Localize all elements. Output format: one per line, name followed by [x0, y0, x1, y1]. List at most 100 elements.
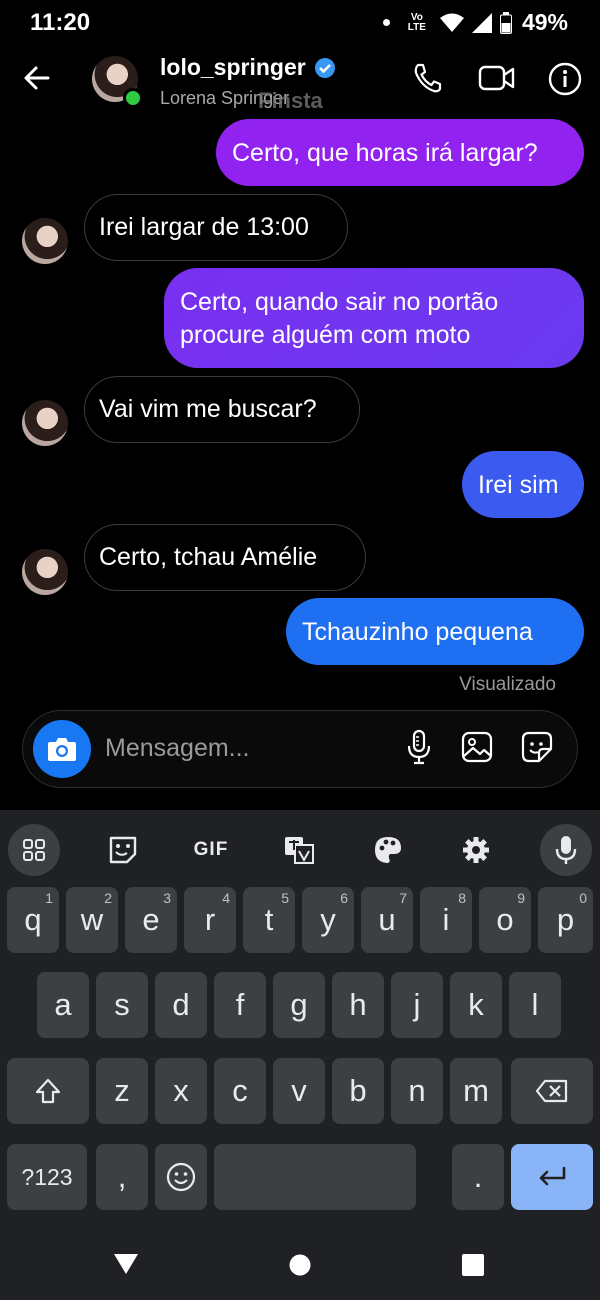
key-label: c	[232, 1073, 248, 1108]
nav-home-button[interactable]	[289, 1254, 311, 1276]
key-label: s	[114, 987, 130, 1022]
seen-status: Visualizado	[459, 674, 556, 695]
symbols-key[interactable]: ?123	[7, 1144, 87, 1210]
key-b[interactable]: b	[332, 1058, 384, 1124]
gear-icon	[463, 837, 489, 863]
message-received[interactable]: Vai vim me buscar?	[84, 376, 360, 443]
key-d[interactable]: d	[155, 972, 207, 1038]
key-label: o	[496, 902, 514, 937]
shift-arrow-icon	[35, 1078, 61, 1104]
camera-button[interactable]	[33, 720, 91, 778]
video-call-button[interactable]	[478, 64, 516, 92]
key-label: d	[172, 987, 190, 1022]
message-text: Certo, quando sair no portão procure alg…	[180, 288, 499, 349]
key-z[interactable]: z	[96, 1058, 148, 1124]
nav-back-button[interactable]	[113, 1253, 139, 1275]
emoji-key[interactable]	[155, 1144, 207, 1210]
key-t[interactable]: t5	[243, 887, 295, 953]
microphone-icon	[555, 836, 577, 864]
key-label: p	[556, 902, 575, 937]
key-u[interactable]: u7	[361, 887, 413, 953]
voice-call-button[interactable]	[412, 62, 442, 94]
space-key[interactable]	[214, 1144, 416, 1210]
message-received[interactable]: Irei largar de 13:00	[84, 194, 348, 261]
key-i[interactable]: i8	[420, 887, 472, 953]
verified-badge-icon	[314, 57, 335, 78]
soft-keyboard: GIF q1 w2 e3 r4 t5 y6 u7 i8 o9 p0 a s d …	[0, 810, 600, 1230]
phone-icon	[414, 63, 442, 93]
sticker-button[interactable]	[521, 731, 553, 763]
message-sent[interactable]: Certo, que horas irá largar?	[216, 119, 584, 186]
grid-icon	[23, 839, 45, 861]
keyboard-apps-button[interactable]	[8, 824, 60, 876]
key-p[interactable]: p0	[538, 887, 593, 953]
info-button[interactable]	[548, 62, 582, 96]
key-n[interactable]: n	[391, 1058, 443, 1124]
key-c[interactable]: c	[214, 1058, 266, 1124]
wifi-icon	[439, 13, 464, 32]
voice-typing-button[interactable]	[540, 824, 592, 876]
contact-username[interactable]: lolo_springer	[160, 54, 336, 81]
message-text: Certo, tchau Amélie	[99, 543, 318, 571]
back-button[interactable]	[22, 63, 52, 93]
key-j[interactable]: j	[391, 972, 443, 1038]
key-q[interactable]: q1	[7, 887, 59, 953]
message-composer: Mensagem...	[22, 710, 578, 788]
key-hint: 9	[517, 890, 525, 906]
gallery-button[interactable]	[461, 731, 493, 763]
username-text: lolo_springer	[160, 54, 306, 80]
key-k[interactable]: k	[450, 972, 502, 1038]
volte-top: Vo	[410, 11, 423, 23]
sender-avatar[interactable]	[22, 218, 68, 264]
message-text: Vai vim me buscar?	[99, 395, 317, 423]
message-input[interactable]: Mensagem...	[105, 734, 250, 763]
shift-key[interactable]	[7, 1058, 89, 1124]
translate-button[interactable]	[273, 824, 325, 876]
key-f[interactable]: f	[214, 972, 266, 1038]
sender-avatar[interactable]	[22, 400, 68, 446]
key-label: m	[463, 1073, 489, 1108]
keyboard-sticker-button[interactable]	[97, 824, 149, 876]
message-received[interactable]: Certo, tchau Amélie	[84, 524, 366, 591]
key-label: v	[291, 1073, 307, 1108]
key-w[interactable]: w2	[66, 887, 118, 953]
sender-avatar[interactable]	[22, 549, 68, 595]
voice-message-button[interactable]	[405, 729, 433, 767]
theme-button[interactable]	[362, 824, 414, 876]
key-a[interactable]: a	[37, 972, 89, 1038]
message-sent[interactable]: Irei sim	[462, 451, 584, 518]
key-hint: 4	[222, 890, 230, 906]
key-o[interactable]: o9	[479, 887, 531, 953]
comma-key[interactable]: ,	[96, 1144, 148, 1210]
key-label: r	[204, 902, 216, 937]
key-label: q	[24, 902, 42, 937]
key-y[interactable]: y6	[302, 887, 354, 953]
key-m[interactable]: m	[450, 1058, 502, 1124]
key-label: u	[378, 902, 396, 937]
key-label: x	[173, 1073, 189, 1108]
key-r[interactable]: r4	[184, 887, 236, 953]
volte-icon: Vo LTE	[408, 11, 426, 33]
key-hint: 3	[163, 890, 171, 906]
gif-button[interactable]: GIF	[185, 824, 237, 876]
message-sent[interactable]: Certo, quando sair no portão procure alg…	[164, 268, 584, 368]
key-h[interactable]: h	[332, 972, 384, 1038]
period-key[interactable]: .	[452, 1144, 504, 1210]
key-l[interactable]: l	[509, 972, 561, 1038]
key-e[interactable]: e3	[125, 887, 177, 953]
notification-dot-icon	[382, 19, 390, 26]
key-s[interactable]: s	[96, 972, 148, 1038]
enter-key[interactable]	[511, 1144, 593, 1210]
message-sent[interactable]: Tchauzinho pequena	[286, 598, 584, 665]
signal-icon	[471, 12, 492, 33]
key-v[interactable]: v	[273, 1058, 325, 1124]
backspace-key[interactable]	[511, 1058, 593, 1124]
key-g[interactable]: g	[273, 972, 325, 1038]
key-hint: 1	[45, 890, 53, 906]
key-x[interactable]: x	[155, 1058, 207, 1124]
nav-recents-button[interactable]	[462, 1254, 484, 1276]
ghost-overlay-text: Finsta	[258, 88, 323, 113]
info-icon	[548, 62, 582, 96]
palette-icon	[375, 837, 401, 863]
keyboard-settings-button[interactable]	[450, 824, 502, 876]
